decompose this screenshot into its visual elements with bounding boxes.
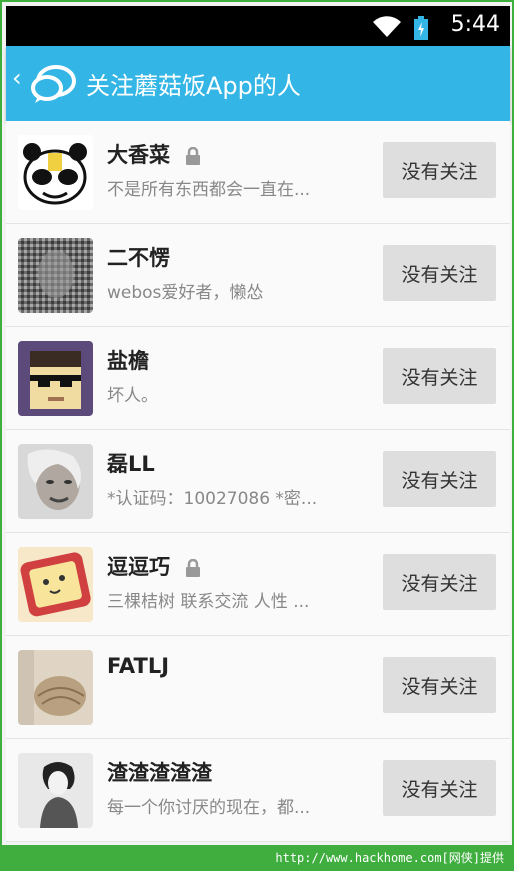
page-title: 关注蘑菇饭App的人: [86, 72, 301, 100]
list-item[interactable]: 磊LL *认证码：10027086 *密... 没有关注: [6, 430, 510, 533]
avatar: [18, 547, 93, 622]
lock-icon: [186, 559, 201, 577]
avatar: [18, 135, 93, 210]
user-description: *认证码：10027086 *密...: [107, 489, 318, 509]
list-item[interactable]: 盐檐 坏人。 没有关注: [6, 327, 510, 430]
user-name: 渣渣渣渣渣: [107, 761, 212, 785]
user-description: 每一个你讨厌的现在，都...: [107, 798, 311, 818]
avatar: [18, 341, 93, 416]
chat-bubbles-icon[interactable]: [30, 64, 76, 104]
action-bar: ‹ 关注蘑菇饭App的人: [6, 46, 510, 121]
list-item[interactable]: 大香菜 不是所有东西都会一直在... 没有关注: [6, 121, 510, 224]
user-description: webos爱好者，懒怂: [107, 283, 264, 303]
user-name: 逗逗巧: [107, 551, 201, 581]
list-item[interactable]: 渣渣渣渣渣 每一个你讨厌的现在，都... 没有关注: [6, 739, 510, 842]
battery-icon: [414, 16, 428, 40]
watermark-bar: http://www.hackhome.com[网侠]提供: [0, 845, 514, 871]
follow-button[interactable]: 没有关注: [383, 245, 496, 301]
follow-button[interactable]: 没有关注: [383, 760, 496, 816]
follow-button[interactable]: 没有关注: [383, 348, 496, 404]
status-bar: 5:44: [6, 6, 510, 46]
user-name: 盐檐: [107, 349, 149, 373]
avatar: [18, 753, 93, 828]
wifi-icon: [373, 16, 401, 37]
user-name: 二不愣: [107, 246, 170, 270]
clock: 5:44: [450, 12, 500, 37]
user-name: FATLJ: [107, 654, 170, 678]
follow-button[interactable]: 没有关注: [383, 142, 496, 198]
avatar: [18, 650, 93, 725]
follow-button[interactable]: 没有关注: [383, 554, 496, 610]
watermark-text: http://www.hackhome.com[网侠]提供: [275, 851, 504, 865]
back-icon[interactable]: ‹: [12, 64, 22, 92]
list-item[interactable]: FATLJ 没有关注: [6, 636, 510, 739]
avatar: [18, 238, 93, 313]
list-item[interactable]: 逗逗巧 三棵桔树 联系交流 人性 ... 没有关注: [6, 533, 510, 636]
user-description: 三棵桔树 联系交流 人性 ...: [107, 592, 310, 612]
follow-button[interactable]: 没有关注: [383, 451, 496, 507]
list-item[interactable]: 二不愣 webos爱好者，懒怂 没有关注: [6, 224, 510, 327]
avatar: [18, 444, 93, 519]
user-list: 大香菜 不是所有东西都会一直在... 没有关注 二不愣 webos爱好者，懒怂 …: [6, 121, 510, 842]
user-name: 磊LL: [107, 452, 155, 476]
user-description: 不是所有东西都会一直在...: [107, 180, 311, 200]
user-name: 大香菜: [107, 139, 201, 169]
user-description: 坏人。: [107, 386, 158, 406]
follow-button[interactable]: 没有关注: [383, 657, 496, 713]
lock-icon: [186, 147, 201, 165]
